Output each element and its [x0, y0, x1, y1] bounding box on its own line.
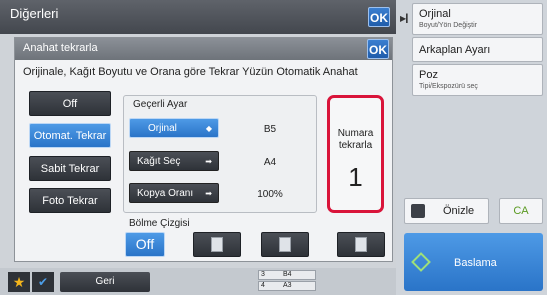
tray-size: A3 [283, 282, 292, 289]
current-settings-label: Geçerli Ayar [133, 99, 188, 110]
tray-4: 4 A3 [258, 281, 316, 291]
page-icon [355, 237, 367, 252]
arrow-right-icon: ➡ [205, 157, 212, 166]
copy-ratio-button[interactable]: Kopya Oranı ➡ [129, 183, 219, 203]
arrow-right-icon: ➡ [205, 189, 212, 198]
preview-label: Önizle [443, 205, 475, 217]
tray-3: 3 B4 [258, 270, 316, 280]
bottom-bar: ★ ✔ Geri 3 B4 4 A3 [0, 268, 396, 295]
original-value: B5 [263, 124, 277, 135]
tray-size: B4 [283, 271, 292, 278]
mode-auto-repeat-button[interactable]: Otomat. Tekrar [29, 123, 111, 148]
diamond-icon: ◆ [205, 124, 212, 133]
back-button[interactable]: Geri [60, 272, 150, 292]
star-icon[interactable]: ★ [8, 272, 30, 292]
start-label: Baslama [454, 257, 497, 269]
dialog-description: Orijinale, Kağıt Boyutu ve Orana göre Te… [23, 66, 358, 78]
background-label: Arkaplan Ayarı [419, 44, 491, 56]
top-bar: Diğerleri OK [0, 0, 396, 34]
page-icon [279, 237, 291, 252]
dividing-line-option-2-button[interactable] [261, 232, 309, 257]
tray-number: 3 [261, 271, 265, 278]
start-button[interactable]: Baslama [404, 233, 543, 291]
outline-repeat-dialog: Anahat tekrarla OK Orijinale, Kağıt Boyu… [14, 37, 393, 262]
repeat-count-value: 1 [348, 162, 363, 192]
dialog-title: Anahat tekrarla [23, 42, 98, 54]
repeat-count-box[interactable]: Numara tekrarla 1 [327, 95, 384, 213]
paper-value: A4 [263, 157, 277, 168]
background-button[interactable]: Arkaplan Ayarı [412, 37, 543, 62]
original-setting-label: Orjinal [148, 123, 177, 134]
preview-button[interactable]: Önizle [404, 198, 489, 224]
dialog-ok-button[interactable]: OK [367, 39, 389, 59]
ca-button[interactable]: CA [499, 198, 543, 224]
collapse-arrow-icon[interactable]: ▶▎ [400, 14, 412, 23]
dialog-header: Anahat tekrarla [15, 38, 392, 60]
exposure-button[interactable]: Poz Tipi/Ekspozürü seç [412, 64, 543, 96]
dividing-line-option-1-button[interactable] [193, 232, 241, 257]
tray-number: 4 [261, 282, 265, 289]
preview-icon [411, 204, 425, 218]
paper-select-label: Kağıt Seç [137, 156, 181, 167]
repeat-count-label: Numara tekrarla [337, 128, 374, 151]
paper-select-button[interactable]: Kağıt Seç ➡ [129, 151, 219, 171]
original-setting-button[interactable]: Orjinal ◆ [129, 118, 219, 138]
original-label: Orjinal [419, 8, 451, 20]
original-sub: Boyut/Yön Değiştir [419, 22, 477, 29]
dividing-line-label: Bölme Çizgisi [129, 218, 190, 229]
dividing-line-option-3-button[interactable] [337, 232, 385, 257]
dividing-line-off-button[interactable]: Off [125, 232, 165, 257]
exposure-label: Poz [419, 69, 438, 81]
mode-photo-repeat-button[interactable]: Foto Tekrar [29, 188, 111, 213]
start-icon [411, 252, 431, 272]
original-button[interactable]: Orjinal Boyut/Yön Değiştir [412, 3, 543, 35]
mode-off-button[interactable]: Off [29, 91, 111, 116]
exposure-sub: Tipi/Ekspozürü seç [419, 83, 478, 90]
ratio-value: 100% [257, 189, 283, 200]
top-ok-button[interactable]: OK [368, 7, 390, 27]
page-title: Diğerleri [10, 6, 59, 21]
check-icon[interactable]: ✔ [32, 272, 54, 292]
page-icon [211, 237, 223, 252]
mode-fixed-repeat-button[interactable]: Sabit Tekrar [29, 156, 111, 181]
copy-ratio-label: Kopya Oranı [137, 188, 194, 199]
